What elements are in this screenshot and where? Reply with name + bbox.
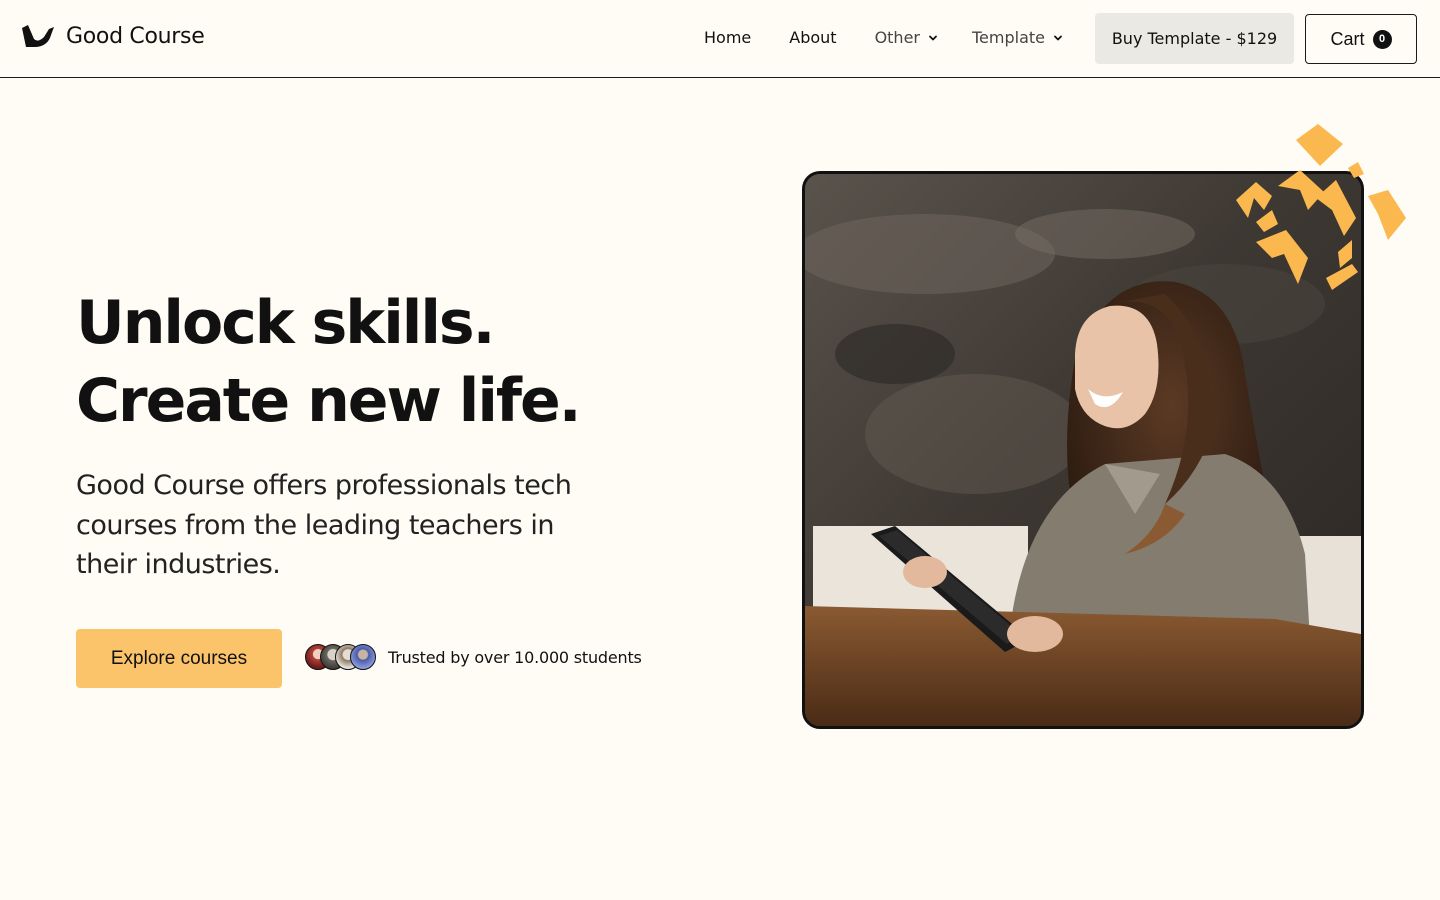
- cart-button[interactable]: Cart 0: [1305, 14, 1417, 64]
- student-avatars: [305, 644, 376, 670]
- cart-label: Cart: [1330, 28, 1365, 49]
- chevron-down-icon: [929, 35, 937, 40]
- hero-title-line-2: Create new life.: [76, 366, 582, 436]
- nav-about-link[interactable]: About: [789, 28, 836, 47]
- nav-template-label: Template: [972, 28, 1046, 47]
- confetti-decoration-icon: [1236, 124, 1406, 290]
- nav-other-dropdown[interactable]: Other: [875, 28, 938, 47]
- avatar: [350, 644, 376, 670]
- main-nav: Home About Other Template: [704, 28, 1063, 47]
- explore-courses-button[interactable]: Explore courses: [76, 629, 282, 688]
- trust-text: Trusted by over 10.000 students: [388, 647, 642, 667]
- site-header: Good Course Home About Other Template Bu…: [0, 0, 1440, 78]
- brand-logo-link[interactable]: Good Course: [22, 24, 205, 49]
- hero-description: Good Course offers professionals tech co…: [76, 470, 572, 580]
- hero-title-line-1: Unlock skills.: [76, 288, 495, 358]
- hero-title: Unlock skills. Create new life.: [76, 284, 582, 440]
- chevron-down-icon: [1054, 35, 1062, 40]
- brand-name: Good Course: [66, 24, 205, 49]
- cart-count-badge: 0: [1372, 29, 1392, 49]
- nav-home-link[interactable]: Home: [704, 28, 751, 47]
- nav-template-dropdown[interactable]: Template: [972, 28, 1063, 47]
- nav-other-label: Other: [874, 28, 920, 47]
- bird-logo-icon: [22, 24, 54, 47]
- trust-badge: Trusted by over 10.000 students: [305, 644, 642, 670]
- buy-template-button[interactable]: Buy Template - $129: [1095, 13, 1294, 64]
